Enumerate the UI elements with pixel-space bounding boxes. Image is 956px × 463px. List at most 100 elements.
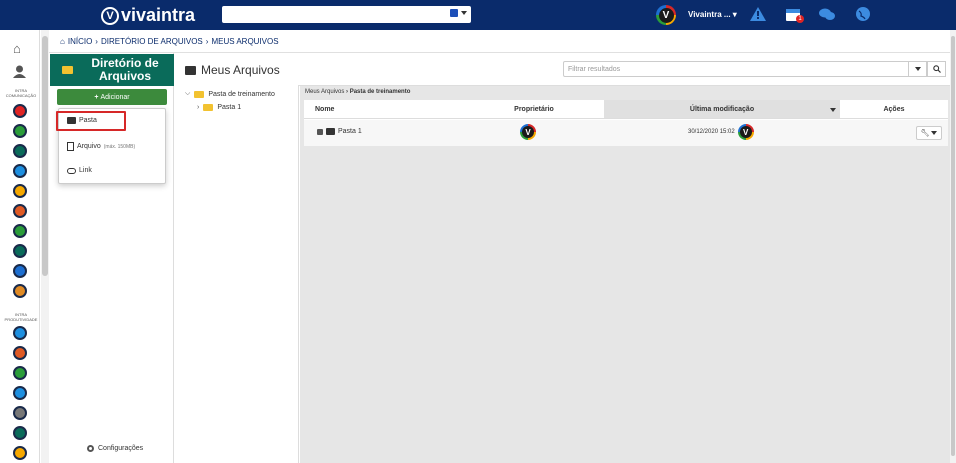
menu-item-link-label: Link <box>79 167 92 174</box>
filter-input[interactable]: Filtrar resultados <box>563 61 927 77</box>
briefcase-icon <box>185 65 196 75</box>
column-actions: Ações <box>840 100 948 119</box>
home-icon[interactable]: ⌂ <box>60 37 65 46</box>
vivaintra-logo[interactable]: V vivaintra <box>101 5 195 26</box>
breadcrumb: ⌂ INÍCIO › DIRETÓRIO DE ARQUIVOS › MEUS … <box>60 37 279 46</box>
row-name: Pasta 1 <box>338 128 362 135</box>
folder-tree: ⌵ Pasta de treinamento › Pasta 1 <box>175 85 299 463</box>
chevron-down-icon <box>931 131 938 135</box>
chevron-down-icon <box>461 11 467 15</box>
plus-icon: + <box>94 93 99 101</box>
global-search-input[interactable] <box>222 6 471 23</box>
user-name-label: Vivaintra ... <box>688 10 731 19</box>
owner-avatar[interactable]: V <box>520 124 536 140</box>
home-icon[interactable]: ⌂ <box>13 41 21 56</box>
modifier-avatar[interactable]: V <box>737 124 754 140</box>
user-avatar[interactable]: V <box>656 5 676 25</box>
filter-dropdown[interactable] <box>908 61 927 77</box>
settings-link[interactable]: Configurações <box>87 445 143 452</box>
column-owner[interactable]: Proprietário <box>464 100 604 119</box>
search-icon <box>932 65 941 73</box>
chevron-down-icon[interactable]: ⌵ <box>185 90 190 98</box>
folder-icon <box>326 128 335 135</box>
main-header: Meus Arquivos <box>185 63 280 77</box>
breadcrumb-my-files[interactable]: MEUS ARQUIVOS <box>211 37 278 46</box>
notes-icon[interactable] <box>13 184 27 198</box>
globe-icon[interactable] <box>855 6 871 22</box>
add-dropdown-menu: Pasta Arquivo (máx. 150MB) Link <box>56 108 166 184</box>
gallery-icon[interactable] <box>13 224 27 238</box>
directory-header: Diretório de Arquivos <box>50 54 174 86</box>
chat-icon[interactable] <box>819 6 835 22</box>
user-menu[interactable]: Vivaintra ... ▾ <box>688 10 737 19</box>
tree-item-root[interactable]: ⌵ Pasta de treinamento <box>185 90 275 98</box>
row-modified: 30/12/2020 15:02 <box>688 129 735 135</box>
board-icon[interactable] <box>13 284 27 298</box>
avatar-letter: V <box>658 7 674 23</box>
sort-icon <box>830 108 836 112</box>
wrench-icon: 🔧︎ <box>920 130 930 137</box>
page-scrollbar[interactable] <box>950 30 956 463</box>
folder-icon <box>67 117 76 124</box>
tools-icon[interactable] <box>13 366 27 380</box>
play-icon[interactable] <box>13 164 27 178</box>
column-name[interactable]: Nome <box>304 100 464 119</box>
network-icon[interactable] <box>13 406 27 420</box>
path-root[interactable]: Meus Arquivos <box>305 89 344 95</box>
calendar-icon[interactable] <box>13 244 27 258</box>
folder-open-icon <box>194 90 205 98</box>
breadcrumb-sep: › <box>95 37 98 46</box>
warning-icon[interactable] <box>750 6 766 22</box>
column-modified[interactable]: Última modificação <box>604 100 840 119</box>
folder-icon[interactable] <box>13 446 27 460</box>
sidebar-scrollbar[interactable] <box>41 30 49 463</box>
add-button-label: Adicionar <box>100 93 130 101</box>
menu-item-file[interactable]: Arquivo (máx. 150MB) <box>67 142 135 151</box>
avatar-letter: V <box>739 126 752 138</box>
breadcrumb-directory[interactable]: DIRETÓRIO DE ARQUIVOS <box>101 37 203 46</box>
tree-item-child-label: Pasta 1 <box>217 104 242 111</box>
group-label-productivity: INTRA PRODUTIVIDADE <box>4 312 38 322</box>
graduation-icon[interactable] <box>13 386 27 400</box>
row-name-cell[interactable]: Pasta 1 <box>317 128 362 135</box>
path-current: Pasta de treinamento <box>349 89 411 95</box>
tree-item-root-label: Pasta de treinamento <box>208 90 275 98</box>
alert-icon[interactable] <box>13 104 27 118</box>
link-icon <box>67 167 76 174</box>
tree-icon[interactable] <box>13 204 27 218</box>
building-icon[interactable] <box>13 264 27 278</box>
briefcase-icon[interactable] <box>13 426 27 440</box>
avatar-letter: V <box>522 126 534 138</box>
tablet-icon[interactable] <box>13 144 27 158</box>
menu-item-folder-label: Pasta <box>79 117 97 124</box>
file-size-hint: (máx. 150MB) <box>103 143 136 150</box>
breadcrumb-sep: › <box>205 37 209 46</box>
rocket-icon[interactable] <box>13 124 27 138</box>
chevron-down-icon <box>914 67 921 71</box>
table-row[interactable]: Pasta 1 V 30/12/2020 15:02 V 🔧︎ <box>304 120 948 146</box>
app-sidebar: ⌂ INTRA COMUNICAÇÃO INTRA PRODUTIVIDADE <box>0 30 40 463</box>
search-scope-select[interactable] <box>450 9 467 17</box>
file-icon <box>67 142 74 151</box>
folder-icon <box>62 66 73 74</box>
chevron-right-icon[interactable]: › <box>197 104 199 111</box>
doc-icon[interactable] <box>13 326 27 340</box>
actions-button[interactable]: 🔧︎ <box>916 126 942 140</box>
menu-item-folder[interactable]: Pasta <box>67 117 97 124</box>
scroll-thumb[interactable] <box>42 36 48 276</box>
add-button[interactable]: + Adicionar <box>57 89 167 105</box>
user-icon[interactable] <box>13 65 26 78</box>
menu-item-link[interactable]: Link <box>67 167 92 174</box>
files-table: Nome Proprietário Última modificação Açõ… <box>304 100 948 146</box>
breadcrumb-home[interactable]: INÍCIO <box>68 37 92 46</box>
search-button[interactable] <box>927 61 946 77</box>
group-label-communication: INTRA COMUNICAÇÃO <box>5 88 37 98</box>
tree-item-child[interactable]: › Pasta 1 <box>197 104 241 111</box>
divider <box>49 52 950 53</box>
clock-icon[interactable] <box>13 346 27 360</box>
scroll-thumb[interactable] <box>951 36 955 456</box>
actions-cell: 🔧︎ <box>916 126 942 140</box>
calendar-icon[interactable]: 1 <box>785 6 804 23</box>
modified-cell: 30/12/2020 15:02 V <box>688 124 754 140</box>
folder-icon <box>203 104 214 111</box>
